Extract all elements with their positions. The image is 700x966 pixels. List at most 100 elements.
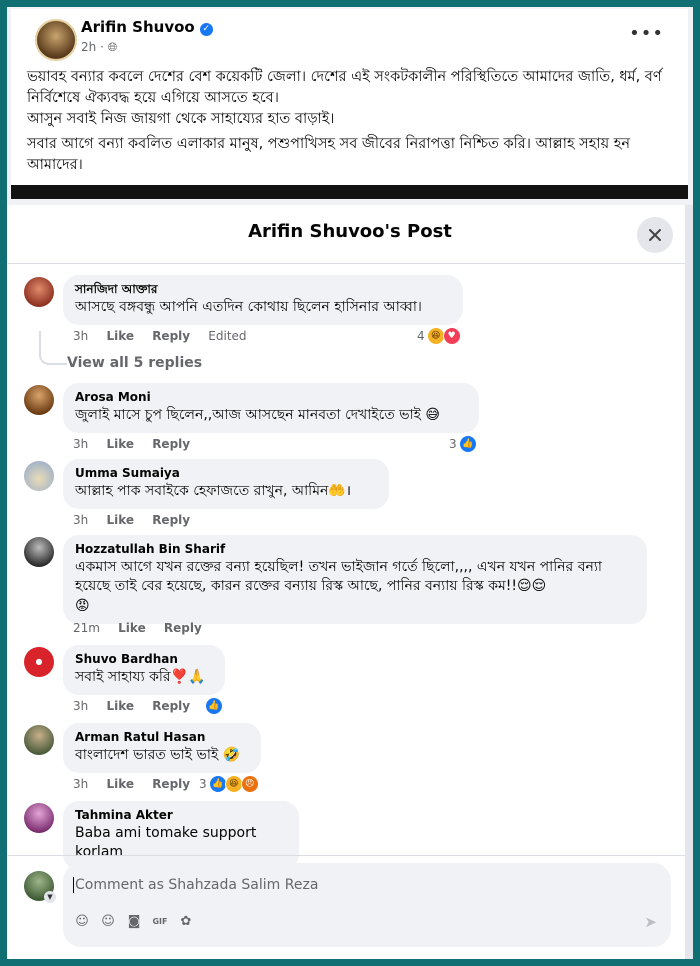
comment-input-placeholder[interactable]: Comment as Shahzada Salim Reza [73, 877, 318, 893]
like-icon: 👍 [458, 435, 477, 453]
like-button[interactable]: Like [106, 777, 134, 791]
emoji-icon[interactable]: ☺ [99, 913, 117, 931]
comment-bubble: Shuvo Bardhan সবাই সাহায্য করি❣️🙏 [63, 645, 225, 695]
avatar-sticker-icon[interactable]: ☺ [73, 913, 91, 931]
verified-badge-icon: ✓ [199, 23, 213, 36]
reaction-summary[interactable]: 👍 [205, 697, 223, 715]
post-media-strip [11, 185, 688, 199]
sticker-icon[interactable]: ✿ [177, 913, 195, 931]
reply-button[interactable]: Reply [152, 437, 190, 451]
reaction-summary[interactable]: 3 👍 😆 😠 [199, 775, 259, 793]
reply-thread-line [39, 331, 67, 365]
more-options-icon[interactable]: ••• [629, 23, 664, 44]
comment-text: আল্লাহ পাক সবাইকে হেফাজতে রাখুন, আমিন🤲। [75, 483, 352, 499]
commenter-name[interactable]: Tahmina Akter [75, 808, 287, 823]
comment-time[interactable]: 3h [73, 777, 88, 791]
send-icon[interactable]: ➤ [644, 913, 657, 931]
comment-text: বাংলাদেশ ভারত ভাই ভাই 🤣 [75, 747, 241, 763]
comment-bubble: Arosa Moni জুলাই মাসে চুপ ছিলেন,,আজ আসছে… [63, 383, 479, 433]
comment-text: সবাই সাহায্য করি❣️🙏 [75, 669, 206, 685]
divider [7, 263, 693, 264]
reaction-summary[interactable]: 3 👍 [449, 435, 477, 453]
comment-time[interactable]: 21m [73, 621, 100, 635]
commenter-name[interactable]: Hozzatullah Bin Sharif [75, 542, 635, 557]
modal-title: Arifin Shuvoo's Post [248, 221, 452, 242]
avatar[interactable] [24, 385, 54, 415]
reply-button[interactable]: Reply [152, 513, 190, 527]
composer-toolbar: ☺ ☺ ◙ GIF ✿ [73, 913, 195, 931]
post-author-avatar[interactable] [35, 19, 77, 61]
comment-text: একমাস আগে যখন রক্তের বন্যা হয়েছিল! তখন … [75, 559, 602, 594]
globe-icon: 🌐︎ [107, 40, 118, 54]
reaction-count: 4 [417, 329, 425, 343]
reaction-count: 3 [199, 777, 207, 791]
comment-input[interactable]: Comment as Shahzada Salim Reza ☺ ☺ ◙ GIF… [63, 863, 671, 947]
comment-bubble: Tahmina Akter Baba ami tomake support ko… [63, 801, 299, 870]
post-modal: Arifin Shuvoo's Post সানজিদা আক্তার আসছে… [7, 205, 693, 959]
like-icon: 👍 [208, 775, 227, 793]
avatar[interactable] [24, 277, 54, 307]
reaction-count: 3 [449, 437, 457, 451]
post-paragraph: আসুন সবাই নিজ জায়গা থেকে সাহায্যের হাত … [27, 111, 335, 127]
post-paragraph: ভয়াবহ বন্যার কবলে দেশের বেশ কয়েকটি জেল… [27, 69, 662, 106]
comment-time[interactable]: 3h [73, 699, 88, 713]
commenter-name[interactable]: Arosa Moni [75, 390, 467, 405]
post-paragraph: সবার আগে বন্যা কবলিত এলাকার মানুষ, পশুপা… [27, 136, 630, 173]
post-time[interactable]: 2h [81, 40, 96, 54]
comment-time[interactable]: 3h [73, 437, 88, 451]
reply-button[interactable]: Reply [164, 621, 202, 635]
comment-bubble: Umma Sumaiya আল্লাহ পাক সবাইকে হেফাজতে র… [63, 459, 389, 509]
avatar[interactable]: ● [24, 647, 54, 677]
comment-text: আসছে বঙ্গবন্ধু আপনি এতদিন কোথায় ছিলেন হ… [75, 299, 422, 315]
comment-actions: 3h Like Reply [73, 699, 204, 713]
commenter-name[interactable]: Shuvo Bardhan [75, 652, 213, 667]
comment-text: জুলাই মাসে চুপ ছিলেন,,আজ আসছেন মানবতা দে… [75, 407, 440, 423]
post-meta: 2h · 🌐︎ [81, 40, 118, 54]
love-icon: ♥ [442, 327, 461, 345]
reply-button[interactable]: Reply [152, 777, 190, 791]
reply-button[interactable]: Reply [152, 329, 190, 343]
view-replies-link[interactable]: View all 5 replies [67, 355, 202, 371]
post-author-name[interactable]: Arifin Shuvoo ✓ [81, 18, 213, 36]
edited-label: Edited [208, 329, 247, 343]
comment-bubble: সানজিদা আক্তার আসছে বঙ্গবন্ধু আপনি এতদিন… [63, 275, 463, 325]
composer-divider [7, 855, 693, 856]
commenter-name[interactable]: Arman Ratul Hasan [75, 730, 249, 745]
reply-button[interactable]: Reply [152, 699, 190, 713]
commenter-name[interactable]: Umma Sumaiya [75, 466, 377, 481]
haha-icon: 😆 [426, 327, 445, 345]
like-button[interactable]: Like [106, 437, 134, 451]
angry-icon: 😠 [240, 775, 259, 793]
gif-icon[interactable]: GIF [151, 913, 169, 931]
scrollbar[interactable] [685, 205, 693, 959]
comment-emoji: 😡 [75, 598, 90, 614]
avatar[interactable] [24, 461, 54, 491]
camera-icon[interactable]: ◙ [125, 913, 143, 931]
comment-actions: 3h Like Reply [73, 437, 204, 451]
comment-time[interactable]: 3h [73, 513, 88, 527]
comment-actions: 3h Like Reply Edited [73, 329, 261, 343]
avatar[interactable] [24, 725, 54, 755]
like-button[interactable]: Like [106, 329, 134, 343]
screenshot-frame: Arifin Shuvoo ✓ 2h · 🌐︎ ••• ভয়াবহ বন্যার… [7, 7, 693, 959]
haha-icon: 😆 [224, 775, 243, 793]
comment-actions: 21m Like Reply [73, 621, 216, 635]
comment-bubble: Hozzatullah Bin Sharif একমাস আগে যখন রক্… [63, 535, 647, 624]
close-icon [649, 229, 661, 241]
avatar[interactable] [24, 803, 54, 833]
comment-actions: 3h Like Reply [73, 513, 204, 527]
like-icon: 👍 [205, 697, 223, 715]
comment-bubble: Arman Ratul Hasan বাংলাদেশ ভারত ভাই ভাই … [63, 723, 261, 773]
like-button[interactable]: Like [106, 513, 134, 527]
avatar[interactable] [24, 537, 54, 567]
comment-actions: 3h Like Reply [73, 777, 204, 791]
like-button[interactable]: Like [118, 621, 146, 635]
post-body: ভয়াবহ বন্যার কবলে দেশের বেশ কয়েকটি জেল… [27, 67, 677, 180]
chevron-down-icon[interactable]: ▼ [44, 891, 56, 903]
commenter-name[interactable]: সানজিদা আক্তার [75, 282, 451, 297]
reaction-summary[interactable]: 4 😆 ♥ [417, 327, 461, 345]
comment-time[interactable]: 3h [73, 329, 88, 343]
like-button[interactable]: Like [106, 699, 134, 713]
post-card: Arifin Shuvoo ✓ 2h · 🌐︎ ••• ভয়াবহ বন্যার… [11, 9, 688, 199]
close-button[interactable] [637, 217, 673, 253]
